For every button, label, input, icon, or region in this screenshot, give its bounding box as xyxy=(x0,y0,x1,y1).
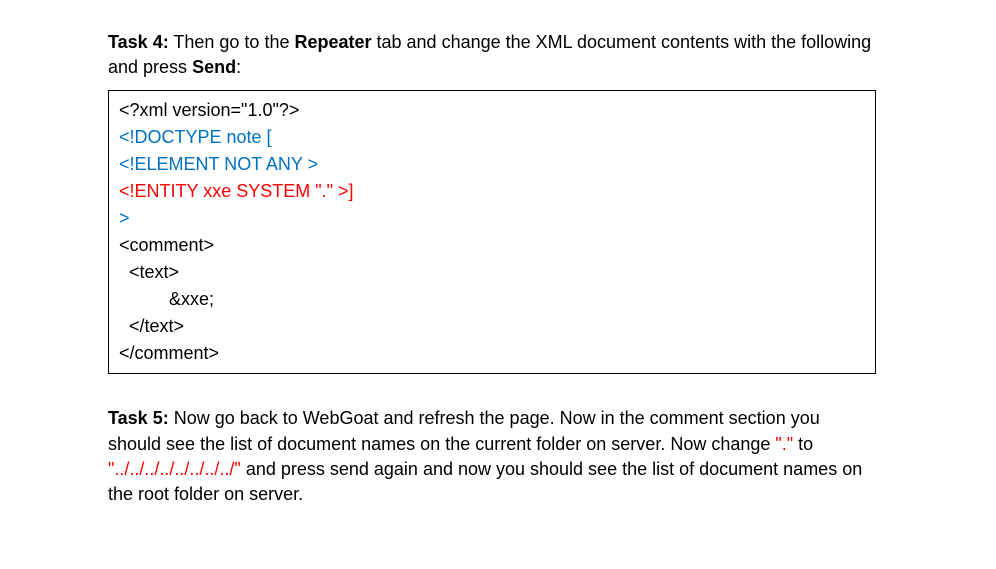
code-line-10: </comment> xyxy=(119,343,219,363)
code-line-8: &xxe; xyxy=(119,289,214,309)
task4-label: Task 4: xyxy=(108,32,169,52)
task5-paragraph: Task 5: Now go back to WebGoat and refre… xyxy=(108,406,876,507)
task5-red2: "../../../../../../../../" xyxy=(108,459,241,479)
task4-colon: : xyxy=(236,57,241,77)
task5-label: Task 5: xyxy=(108,408,169,428)
code-line-9: </text> xyxy=(119,316,184,336)
task5-part1: Now go back to WebGoat and refresh the p… xyxy=(108,408,820,453)
task4-text-before: Then go to the xyxy=(169,32,295,52)
task5-mid: to xyxy=(793,434,813,454)
code-line-7: <text> xyxy=(119,262,179,282)
task4-paragraph: Task 4: Then go to the Repeater tab and … xyxy=(108,30,876,80)
xml-code-box: <?xml version="1.0"?> <!DOCTYPE note [ <… xyxy=(108,90,876,374)
code-line-5: > xyxy=(119,208,130,228)
document-page: Task 4: Then go to the Repeater tab and … xyxy=(0,0,996,547)
code-line-6: <comment> xyxy=(119,235,214,255)
task4-repeater: Repeater xyxy=(294,32,371,52)
code-line-3: <!ELEMENT NOT ANY > xyxy=(119,154,318,174)
code-line-1: <?xml version="1.0"?> xyxy=(119,100,299,120)
code-line-2: <!DOCTYPE note [ xyxy=(119,127,272,147)
task5-red1: "." xyxy=(775,434,793,454)
code-line-4: <!ENTITY xxe SYSTEM "." >] xyxy=(119,181,354,201)
task4-send: Send xyxy=(192,57,236,77)
